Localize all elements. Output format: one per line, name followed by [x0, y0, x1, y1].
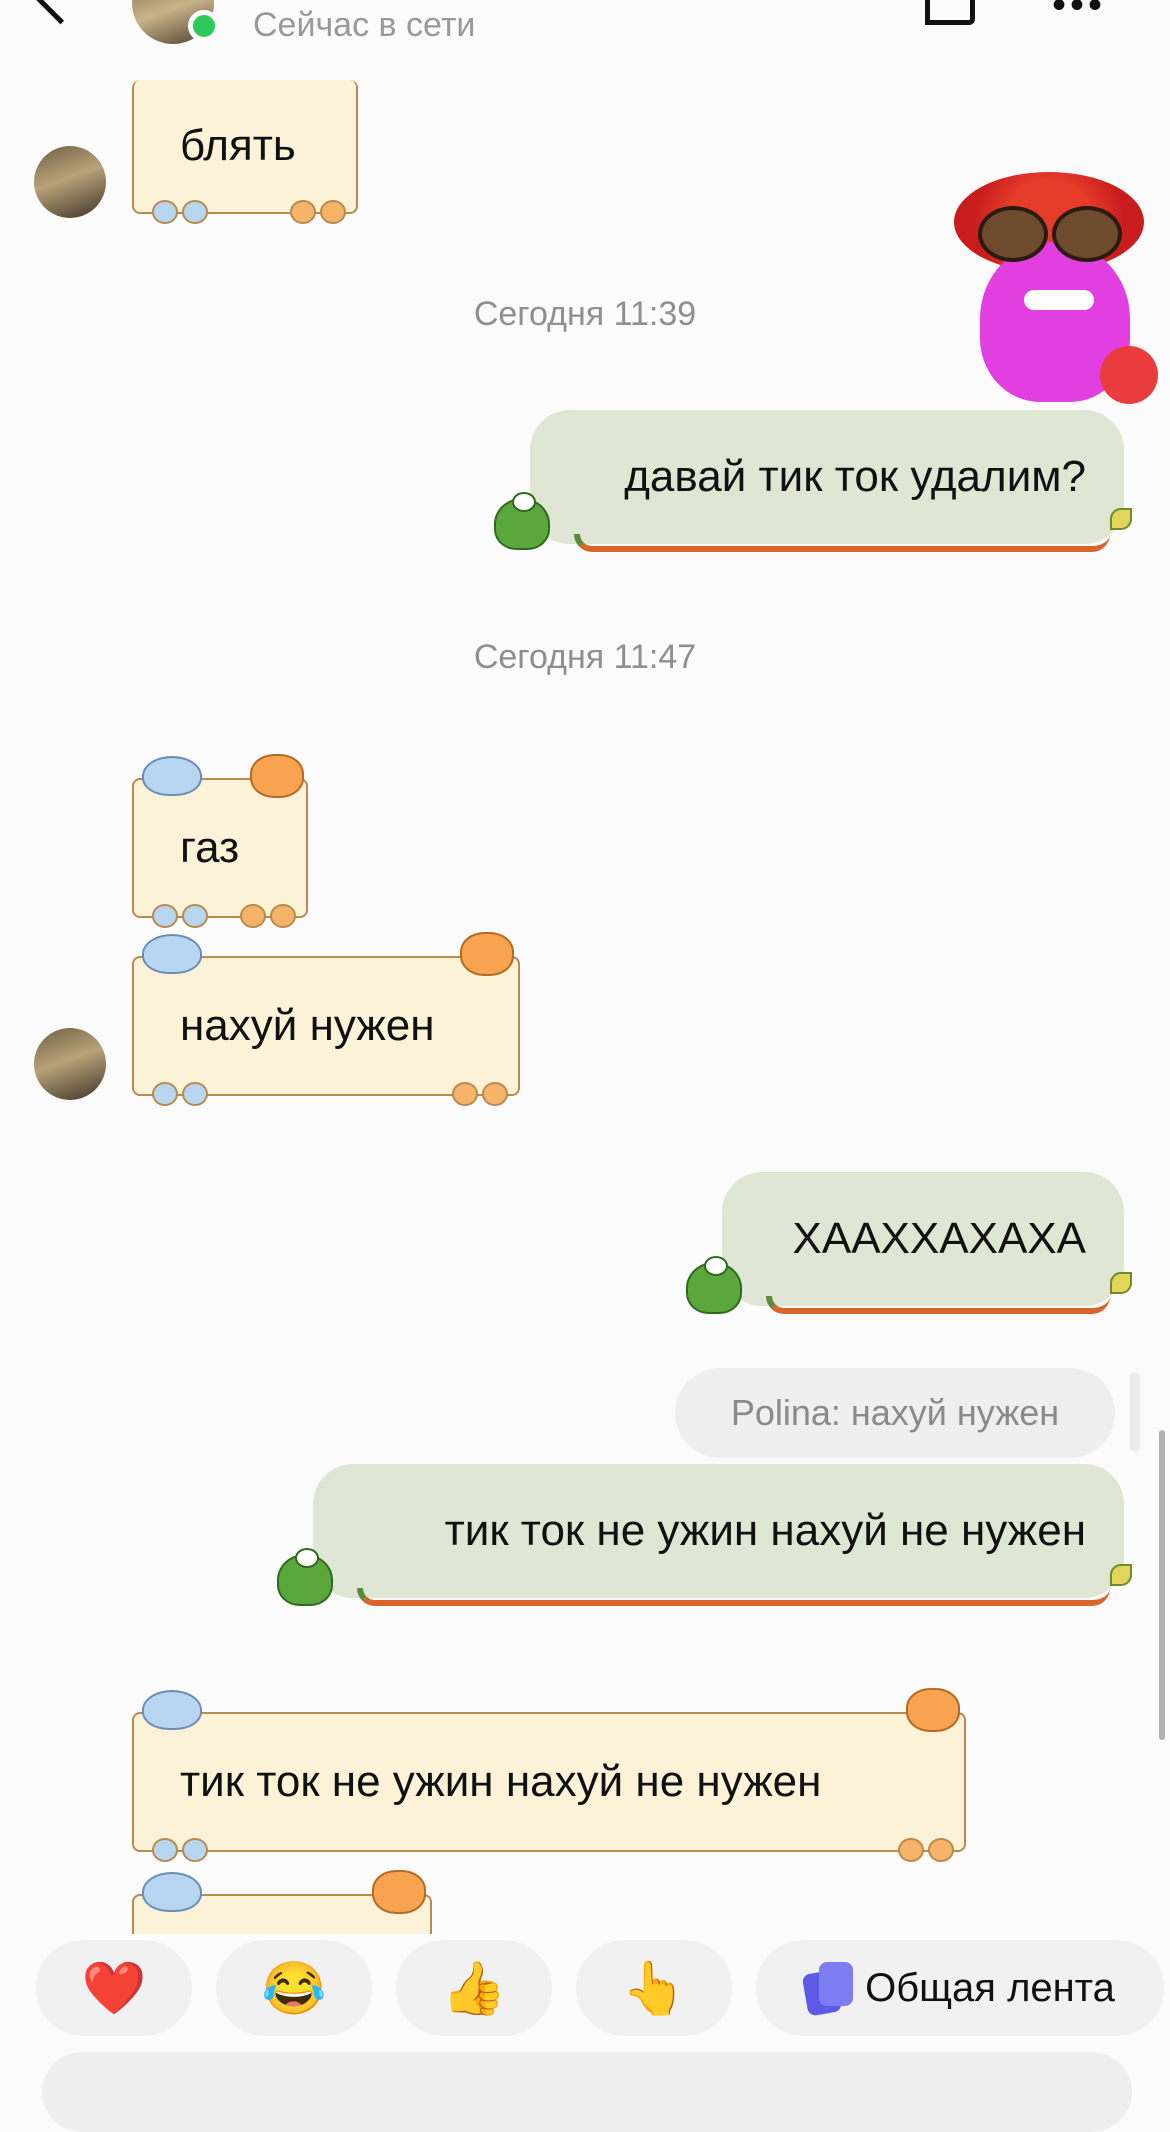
reaction-point-button[interactable]: 👆: [576, 1940, 732, 2036]
heart-icon: ❤️: [81, 1959, 147, 2018]
leaf-decoration: [1110, 1272, 1132, 1294]
message-text: тик ток не ужин нахуй не нужен: [444, 1506, 1086, 1555]
flag-icon[interactable]: [925, 0, 975, 25]
outgoing-message[interactable]: давай тик ток удалим?: [530, 410, 1124, 552]
incoming-message[interactable]: нахуй нужен: [132, 932, 520, 1106]
paw-decoration: [898, 1838, 954, 1862]
paw-decoration: [452, 1082, 508, 1106]
paw-decoration: [290, 200, 346, 224]
paw-decoration: [152, 1082, 208, 1106]
message-text: ХААХХАХАХА: [792, 1214, 1086, 1263]
cat-decoration: [460, 932, 514, 976]
paw-decoration: [152, 904, 208, 928]
frog-decoration: [686, 1256, 742, 1314]
cat-decoration: [372, 1870, 426, 1914]
sender-avatar[interactable]: [34, 1028, 106, 1100]
scrollbar[interactable]: [1159, 1430, 1165, 1740]
incoming-message[interactable]: газ: [132, 754, 308, 928]
message-text: тик ток не ужин нахуй не нужен: [180, 1757, 822, 1806]
reaction-laugh-button[interactable]: 😂: [216, 1940, 372, 2036]
paw-decoration: [152, 200, 208, 224]
shared-feed-icon: [801, 1962, 854, 2017]
sticker-glasses: [978, 206, 1048, 262]
more-options-icon[interactable]: •••: [1052, 0, 1106, 25]
incoming-message[interactable]: блять: [132, 80, 358, 224]
paw-decoration: [240, 904, 296, 928]
message-text: нахуй нужен: [180, 1001, 435, 1050]
dog-decoration: [142, 756, 202, 796]
timestamp: Сегодня 11:47: [473, 638, 697, 676]
dog-decoration: [142, 1872, 202, 1912]
point-up-icon: 👆: [621, 1959, 687, 2018]
timestamp: Сегодня 11:39: [473, 295, 697, 333]
back-arrow-icon[interactable]: [28, 0, 93, 25]
frog-decoration: [494, 492, 550, 550]
reaction-thumbs-up-button[interactable]: 👍: [396, 1940, 552, 2036]
message-text: блять: [180, 121, 296, 170]
cat-decoration: [250, 754, 304, 798]
online-status: Сейчас в сети: [253, 6, 476, 44]
dog-decoration: [142, 934, 202, 974]
reply-indicator-bar: [1130, 1372, 1140, 1452]
vine-decoration: [574, 534, 1110, 552]
shared-feed-button[interactable]: Общая лента: [756, 1940, 1164, 2036]
leaf-decoration: [1110, 508, 1132, 530]
sticker-glasses: [1052, 206, 1122, 262]
vine-decoration: [357, 1588, 1110, 1606]
chat-header: Сейчас в сети •••: [0, 0, 1170, 80]
reply-quote-text: Polina: нахуй нужен: [730, 1392, 1060, 1433]
message-text: давай тик ток удалим?: [624, 452, 1086, 501]
reply-quote[interactable]: Polina: нахуй нужен: [675, 1368, 1115, 1458]
paw-decoration: [152, 1838, 208, 1862]
incoming-message-partial[interactable]: [132, 1870, 432, 1934]
online-indicator: [188, 10, 220, 42]
leaf-decoration: [1110, 1564, 1132, 1586]
reaction-heart-button[interactable]: ❤️: [36, 1940, 192, 2036]
outgoing-message[interactable]: тик ток не ужин нахуй не нужен: [313, 1464, 1124, 1606]
frog-decoration: [277, 1548, 333, 1606]
thumbs-up-icon: 👍: [441, 1959, 507, 2018]
shared-feed-label: Общая лента: [865, 1965, 1115, 2010]
sticker-character[interactable]: [940, 172, 1164, 412]
sender-avatar[interactable]: [34, 146, 106, 218]
message-input[interactable]: [42, 2052, 1132, 2132]
dog-decoration: [142, 1690, 202, 1730]
cat-decoration: [906, 1688, 960, 1732]
message-text: газ: [180, 823, 240, 872]
laugh-icon: 😂: [261, 1959, 327, 2018]
vine-decoration: [766, 1296, 1110, 1314]
sticker-pompom: [1100, 346, 1158, 404]
incoming-message[interactable]: тик ток не ужин нахуй не нужен: [132, 1688, 966, 1862]
outgoing-message[interactable]: ХААХХАХАХА: [722, 1172, 1124, 1314]
